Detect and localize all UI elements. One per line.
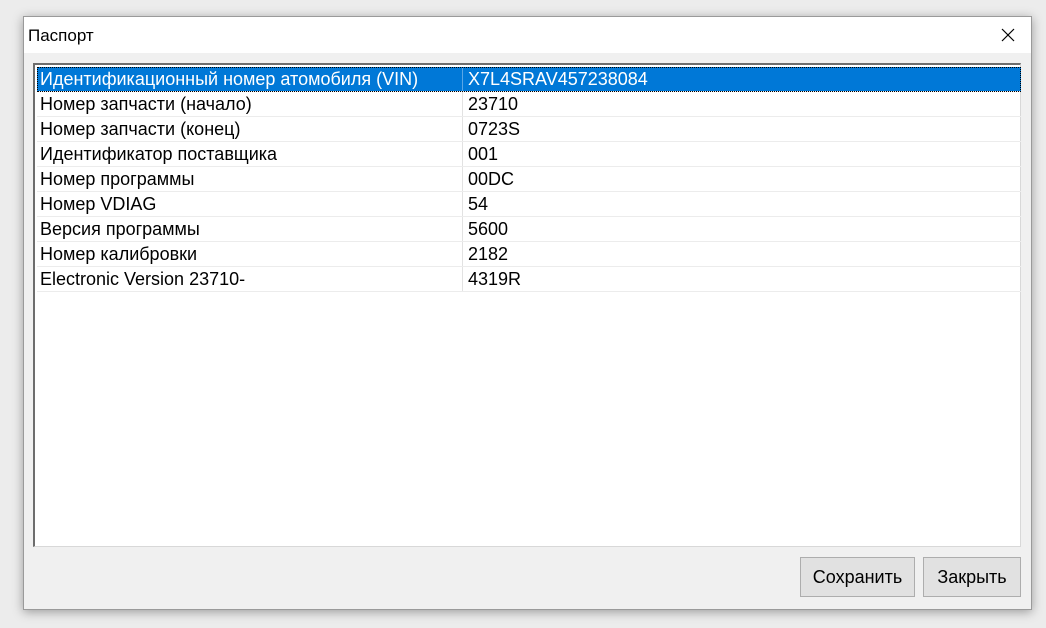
row-label: Идентификационный номер атомобиля (VIN) xyxy=(37,67,463,91)
table-row[interactable]: Номер запчасти (конец) 0723S xyxy=(37,117,1021,142)
table-row[interactable]: Номер программы 00DC xyxy=(37,167,1021,192)
table-row[interactable]: Номер запчасти (начало) 23710 xyxy=(37,92,1021,117)
table-row[interactable]: Идентификационный номер атомобиля (VIN) … xyxy=(37,67,1021,92)
table-rows: Идентификационный номер атомобиля (VIN) … xyxy=(37,67,1021,292)
close-icon xyxy=(1001,28,1015,42)
row-label: Номер запчасти (начало) xyxy=(37,92,463,116)
table-row[interactable]: Electronic Version 23710- 4319R xyxy=(37,267,1021,292)
row-label: Номер VDIAG xyxy=(37,192,463,216)
table-row[interactable]: Версия программы 5600 xyxy=(37,217,1021,242)
table-row[interactable]: Идентификатор поставщика 001 xyxy=(37,142,1021,167)
window-close-button[interactable] xyxy=(985,17,1031,53)
row-label: Идентификатор поставщика xyxy=(37,142,463,166)
row-label: Electronic Version 23710- xyxy=(37,267,463,291)
window-title: Паспорт xyxy=(28,26,94,45)
row-value: 54 xyxy=(468,194,489,214)
row-label: Номер программы xyxy=(37,167,463,191)
table-row[interactable]: Номер калибровки 2182 xyxy=(37,242,1021,267)
row-value: X7L4SRAV457238084 xyxy=(468,69,648,89)
passport-dialog: Паспорт Идентификационный номер атомобил… xyxy=(23,16,1032,610)
save-button[interactable]: Сохранить xyxy=(800,557,915,597)
row-value: 4319R xyxy=(468,269,522,289)
row-value: 0723S xyxy=(468,119,521,139)
row-label: Номер запчасти (конец) xyxy=(37,117,463,141)
row-value: 5600 xyxy=(468,219,509,239)
row-value: 001 xyxy=(468,144,499,164)
title-bar: Паспорт xyxy=(24,17,1031,53)
row-value: 2182 xyxy=(468,244,509,264)
table-row[interactable]: Номер VDIAG 54 xyxy=(37,192,1021,217)
row-label: Версия программы xyxy=(37,217,463,241)
passport-table[interactable]: Идентификационный номер атомобиля (VIN) … xyxy=(33,63,1021,547)
row-label: Номер калибровки xyxy=(37,242,463,266)
row-value: 23710 xyxy=(468,94,519,114)
close-button[interactable]: Закрыть xyxy=(923,557,1021,597)
row-value: 00DC xyxy=(468,169,515,189)
